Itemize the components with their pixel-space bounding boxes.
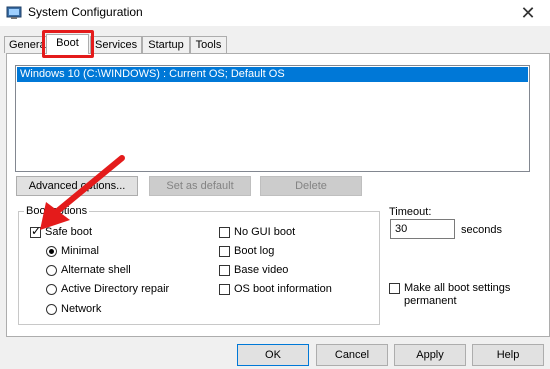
- network-radio[interactable]: [46, 304, 57, 315]
- tab-services[interactable]: Services: [90, 36, 142, 53]
- help-button[interactable]: Help: [472, 344, 544, 366]
- minimal-label: Minimal: [61, 245, 99, 257]
- boot-log-checkbox[interactable]: [219, 246, 230, 257]
- active-directory-repair-label: Active Directory repair: [61, 283, 170, 295]
- cancel-button[interactable]: Cancel: [316, 344, 388, 366]
- minimal-radio[interactable]: [46, 246, 57, 257]
- set-as-default-button[interactable]: Set as default: [149, 176, 251, 196]
- timeout-unit-label: seconds: [461, 224, 502, 236]
- active-directory-repair-radio[interactable]: [46, 284, 57, 295]
- os-list-item[interactable]: Windows 10 (C:\WINDOWS) : Current OS; De…: [17, 67, 528, 82]
- apply-button[interactable]: Apply: [394, 344, 466, 366]
- alternate-shell-radio[interactable]: [46, 265, 57, 276]
- boot-tab-highlight: [42, 30, 94, 58]
- ok-button[interactable]: OK: [237, 344, 309, 366]
- os-boot-information-label: OS boot information: [234, 283, 332, 295]
- timeout-label: Timeout:: [389, 206, 432, 218]
- close-icon[interactable]: ✕: [516, 2, 540, 24]
- timeout-input[interactable]: 30: [390, 219, 455, 239]
- msconfig-icon: [6, 5, 22, 21]
- tab-tools[interactable]: Tools: [190, 36, 227, 53]
- annotation-arrow-icon: [40, 155, 125, 230]
- network-label: Network: [61, 303, 102, 315]
- radio-selected-dot: [49, 249, 54, 254]
- no-gui-boot-checkbox[interactable]: [219, 227, 230, 238]
- tab-startup[interactable]: Startup: [142, 36, 190, 53]
- window-title: System Configuration: [28, 5, 143, 19]
- no-gui-boot-label: No GUI boot: [234, 226, 296, 238]
- tab-services-label: Services: [95, 39, 138, 51]
- base-video-label: Base video: [234, 264, 289, 276]
- tab-tools-label: Tools: [195, 39, 222, 51]
- alternate-shell-label: Alternate shell: [61, 264, 131, 276]
- os-boot-information-checkbox[interactable]: [219, 284, 230, 295]
- tab-startup-label: Startup: [148, 39, 184, 51]
- make-permanent-label-line1: Make all boot settings: [404, 282, 511, 294]
- boot-log-label: Boot log: [234, 245, 275, 257]
- make-permanent-label-line2: permanent: [404, 295, 457, 307]
- base-video-checkbox[interactable]: [219, 265, 230, 276]
- delete-button[interactable]: Delete: [260, 176, 362, 196]
- make-permanent-checkbox[interactable]: [389, 283, 400, 294]
